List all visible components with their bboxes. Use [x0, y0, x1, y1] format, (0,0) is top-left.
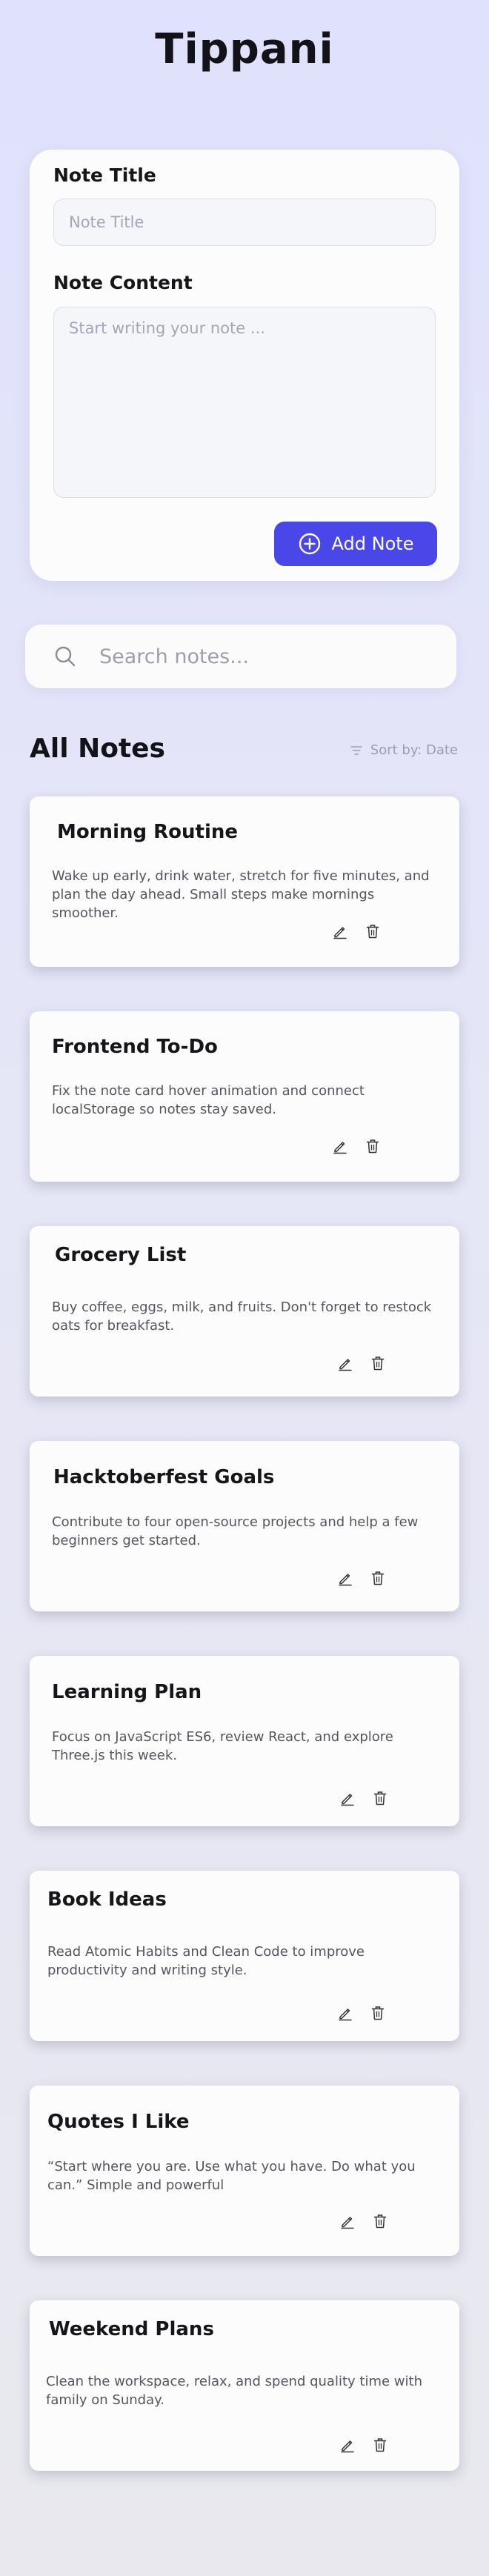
note-actions: [337, 2005, 386, 2021]
note-actions: [337, 1355, 386, 1371]
note-body: Buy coffee, eggs, milk, and fruits. Don'…: [52, 1299, 432, 1334]
note-title: Hacktoberfest Goals: [53, 1466, 275, 1488]
all-notes-heading: All Notes: [30, 733, 165, 764]
note-body: Wake up early, drink water, stretch for …: [52, 868, 430, 921]
note-body: Read Atomic Habits and Clean Code to imp…: [47, 1944, 365, 1978]
note-card[interactable]: Quotes I Like “Start where you are. Use w…: [30, 2086, 459, 2256]
trash-icon[interactable]: [372, 1790, 388, 1806]
note-card[interactable]: Frontend To-Do Fix the note card hover an…: [30, 1011, 459, 1182]
trash-icon[interactable]: [370, 1355, 386, 1371]
note-title: Quotes I Like: [47, 2111, 190, 2133]
note-actions: [339, 2437, 388, 2453]
trash-icon[interactable]: [372, 2213, 388, 2229]
edit-icon[interactable]: [339, 2213, 356, 2229]
edit-icon[interactable]: [332, 923, 348, 939]
trash-icon[interactable]: [370, 1570, 386, 1586]
edit-icon[interactable]: [332, 1138, 348, 1154]
note-body: Clean the workspace, relax, and spend qu…: [46, 2374, 422, 2408]
note-title: Weekend Plans: [49, 2318, 214, 2340]
note-body: Contribute to four open-source projects …: [52, 1514, 419, 1548]
note-body: “Start where you are. Use what you have.…: [47, 2159, 416, 2193]
note-actions: [337, 1570, 386, 1586]
note-card[interactable]: Weekend Plans Clean the workspace, relax,…: [30, 2300, 459, 2471]
note-content-input[interactable]: [53, 307, 436, 498]
plus-circle-icon: [298, 532, 322, 556]
search-bar: [25, 625, 456, 688]
note-actions: [339, 2213, 388, 2229]
trash-icon[interactable]: [370, 2005, 386, 2021]
note-title: Book Ideas: [47, 1888, 167, 1911]
app-title: Tippani: [155, 25, 334, 73]
add-note-label: Add Note: [331, 533, 414, 554]
note-title: Grocery List: [55, 1244, 187, 1266]
edit-icon[interactable]: [337, 1355, 353, 1371]
note-body: Fix the note card hover animation and co…: [52, 1083, 365, 1117]
note-title-label: Note Title: [53, 164, 156, 186]
note-card[interactable]: Grocery List Buy coffee, eggs, milk, and …: [30, 1226, 459, 1397]
note-content-label: Note Content: [53, 272, 193, 293]
note-title: Frontend To-Do: [52, 1036, 218, 1058]
note-composer: Note Title Note Content Add Note: [30, 150, 459, 581]
note-card[interactable]: Learning Plan Focus on JavaScript ES6, re…: [30, 1656, 459, 1826]
filter-icon: [350, 744, 363, 757]
note-title-input[interactable]: [53, 199, 436, 246]
note-title: Morning Routine: [57, 821, 239, 843]
trash-icon[interactable]: [365, 923, 381, 939]
sort-label: Sort by: Date: [370, 742, 458, 758]
sort-control[interactable]: Sort by: Date: [350, 742, 458, 758]
note-card[interactable]: Book Ideas Read Atomic Habits and Clean C…: [30, 1871, 459, 2041]
search-input[interactable]: [99, 638, 440, 675]
note-card[interactable]: Morning Routine Wake up early, drink wate…: [30, 796, 459, 967]
edit-icon[interactable]: [339, 1790, 356, 1806]
edit-icon[interactable]: [339, 2437, 356, 2453]
note-actions: [339, 1790, 388, 1806]
search-icon: [53, 645, 77, 668]
note-title: Learning Plan: [52, 1681, 202, 1703]
edit-icon[interactable]: [337, 2005, 353, 2021]
trash-icon[interactable]: [372, 2437, 388, 2453]
note-actions: [332, 923, 381, 939]
note-body: Focus on JavaScript ES6, review React, a…: [52, 1729, 393, 1763]
note-actions: [332, 1138, 381, 1154]
note-card[interactable]: Hacktoberfest Goals Contribute to four op…: [30, 1441, 459, 1611]
trash-icon[interactable]: [365, 1138, 381, 1154]
add-note-button[interactable]: Add Note: [274, 522, 437, 566]
edit-icon[interactable]: [337, 1570, 353, 1586]
